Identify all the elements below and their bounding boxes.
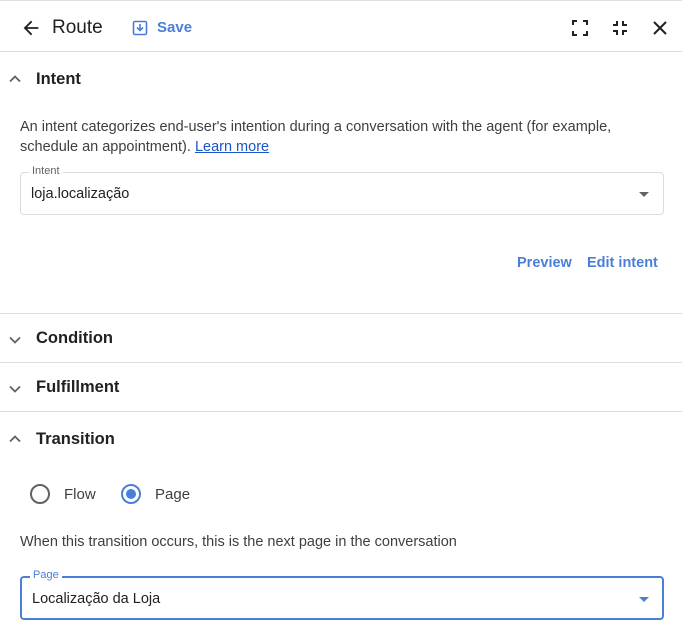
divider (0, 411, 682, 412)
radio-page-label: Page (155, 485, 191, 503)
radio-flow-label: Flow (64, 485, 96, 503)
fullscreen-button[interactable] (570, 18, 590, 38)
section-transition-title: Transition (36, 430, 115, 448)
back-button[interactable] (20, 17, 42, 39)
transition-description: When this transition occurs, this is the… (20, 534, 457, 550)
section-intent-header[interactable]: Intent (0, 55, 682, 103)
section-fulfillment-header[interactable]: Fulfillment (0, 363, 682, 411)
page-select[interactable]: Page Localização da Loja (20, 569, 664, 620)
chevron-up-icon (9, 75, 21, 83)
page-field-label: Page (30, 569, 62, 581)
exit-fullscreen-button[interactable] (610, 18, 630, 38)
dropdown-arrow-icon (639, 192, 649, 197)
fullscreen-exit-icon (613, 21, 627, 35)
radio-unchecked-icon (30, 484, 50, 504)
intent-description: An intent categorizes end-user's intenti… (20, 117, 660, 157)
close-button[interactable] (650, 18, 670, 38)
save-icon (132, 20, 148, 35)
save-button[interactable]: Save (132, 19, 192, 36)
radio-page[interactable]: Page (121, 484, 190, 504)
learn-more-link[interactable]: Learn more (195, 139, 269, 155)
chevron-down-icon (9, 385, 21, 393)
intent-select[interactable]: Intent loja.localização (20, 165, 664, 215)
intent-description-text: An intent categorizes end-user's intenti… (20, 119, 612, 155)
panel-header: Route Save (0, 0, 682, 52)
page-title: Route (52, 17, 103, 38)
intent-field-value: loja.localização (31, 186, 130, 202)
edit-intent-button[interactable]: Edit intent (587, 255, 658, 271)
arrow-back-icon (23, 20, 39, 36)
close-icon (653, 21, 667, 35)
section-intent-title: Intent (36, 70, 81, 88)
save-label: Save (157, 19, 193, 36)
section-condition-header[interactable]: Condition (0, 314, 682, 362)
section-transition-header[interactable]: Transition (0, 415, 682, 463)
chevron-up-icon (9, 435, 21, 443)
fullscreen-icon (572, 20, 588, 36)
page-field-value: Localização da Loja (32, 591, 161, 607)
dropdown-arrow-icon (639, 597, 649, 602)
intent-field-label: Intent (29, 165, 63, 177)
chevron-down-icon (9, 336, 21, 344)
section-condition-title: Condition (36, 329, 113, 347)
preview-button[interactable]: Preview (517, 255, 572, 271)
radio-checked-icon (121, 484, 141, 504)
section-fulfillment-title: Fulfillment (36, 378, 120, 396)
radio-flow[interactable]: Flow (30, 484, 96, 504)
